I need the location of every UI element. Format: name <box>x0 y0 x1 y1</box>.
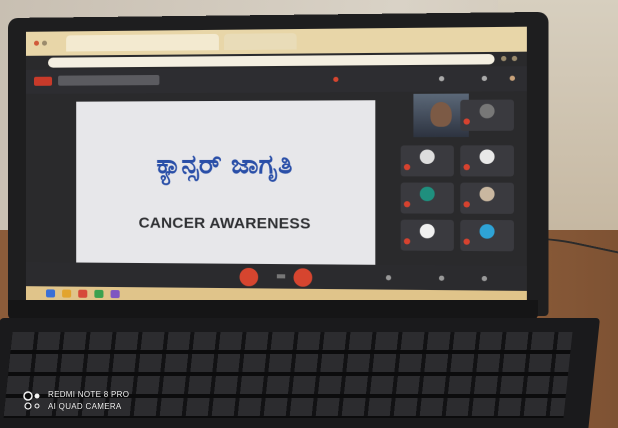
present-icon[interactable] <box>438 275 445 281</box>
laptop-hinge <box>8 300 538 320</box>
participant-avatar <box>479 149 495 164</box>
participant-avatar <box>419 186 435 202</box>
camera-lens-dots-icon <box>23 391 40 410</box>
participant-tile[interactable] <box>460 219 514 252</box>
laptop-lid: ಕ್ಯಾನ್ಸರ್ ಜಾಗೃತಿ CANCER AWARENESS <box>8 11 549 317</box>
more-options-icon[interactable] <box>276 274 286 279</box>
taskbar-app-icon[interactable] <box>46 289 56 298</box>
participant-grid <box>396 91 520 278</box>
mic-muted-icon <box>403 164 411 171</box>
presentation-slide: ಕ್ಯಾನ್ಸರ್ ಜಾಗೃತಿ CANCER AWARENESS <box>76 100 376 276</box>
slide-title-kannada: ಕ್ಯಾನ್ಸರ್ ಜಾಗೃತಿ <box>156 149 293 181</box>
laptop-screen: ಕ್ಯಾನ್ಸರ್ ಜಾಗೃತಿ CANCER AWARENESS <box>25 26 527 306</box>
window-dot-icon <box>42 40 48 46</box>
browser-menu-icon[interactable] <box>501 55 507 62</box>
browser-tab-2[interactable] <box>224 33 297 51</box>
participant-tile[interactable] <box>460 145 514 177</box>
participant-avatar <box>479 103 495 119</box>
avatar[interactable] <box>509 75 516 81</box>
meeting-header <box>25 66 527 94</box>
status-icon <box>333 76 339 82</box>
participant-avatar <box>479 186 495 202</box>
browser-tab[interactable] <box>66 33 219 52</box>
taskbar-app-icon[interactable] <box>62 289 72 298</box>
taskbar-app-icon[interactable] <box>78 289 88 298</box>
mic-muted-icon <box>463 164 470 171</box>
camera-toggle-button[interactable] <box>293 268 313 287</box>
mic-muted-icon <box>463 238 470 245</box>
watermark-line-2: AI QUAD CAMERA <box>48 402 122 411</box>
activities-icon[interactable] <box>481 275 488 282</box>
mic-muted-icon <box>463 201 470 208</box>
recording-badge <box>33 76 53 86</box>
mic-muted-icon <box>403 201 411 208</box>
meeting-title <box>58 74 160 86</box>
watermark-line-1: REDMI NOTE 8 PRO <box>48 390 130 399</box>
slide-title-english: CANCER AWARENESS <box>138 214 311 233</box>
chat-icon[interactable] <box>481 75 488 82</box>
camera-watermark: REDMI NOTE 8 PRO AI QUAD CAMERA <box>22 388 202 418</box>
participant-avatar <box>419 149 435 164</box>
mic-muted-icon <box>463 118 470 125</box>
address-bar[interactable] <box>48 53 495 68</box>
participant-tile[interactable] <box>400 182 454 214</box>
participant-tile[interactable] <box>400 145 454 177</box>
browser-tab-bar <box>25 26 527 56</box>
people-icon[interactable] <box>438 76 445 82</box>
participant-avatar <box>479 224 495 239</box>
participant-tile[interactable] <box>400 219 454 251</box>
browser-menu-icon[interactable] <box>511 55 518 62</box>
mic-muted-icon <box>403 238 411 245</box>
participant-person <box>430 101 452 127</box>
participant-tile[interactable] <box>460 182 514 214</box>
taskbar-app-icon[interactable] <box>94 289 104 298</box>
participant-avatar <box>419 223 435 239</box>
mic-toggle-button[interactable] <box>239 267 259 287</box>
captions-icon[interactable] <box>385 275 392 281</box>
taskbar-app-icon[interactable] <box>110 289 120 299</box>
participant-tile[interactable] <box>460 99 514 131</box>
window-dot-icon <box>33 40 39 46</box>
